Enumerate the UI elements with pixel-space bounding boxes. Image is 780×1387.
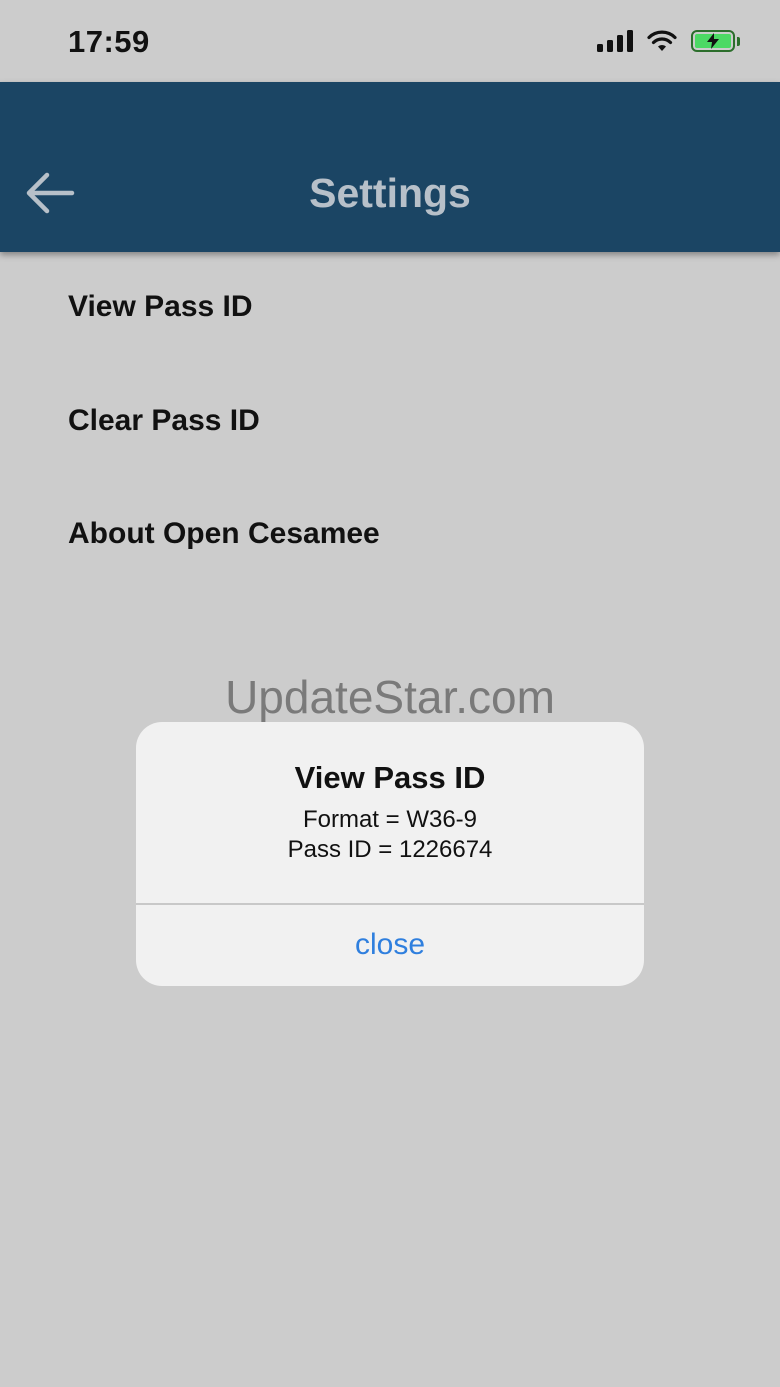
app-bar: Settings xyxy=(0,82,780,252)
status-time: 17:59 xyxy=(68,24,150,59)
watermark: UpdateStar.com xyxy=(225,671,555,723)
close-button[interactable]: close xyxy=(136,904,644,986)
battery-charging-icon xyxy=(691,30,740,52)
menu-item-view-pass-id[interactable]: View Pass ID xyxy=(68,290,253,324)
menu-item-clear-pass-id[interactable]: Clear Pass ID xyxy=(68,404,260,438)
status-icons xyxy=(597,30,740,52)
menu-item-about[interactable]: About Open Cesamee xyxy=(68,517,380,551)
signal-icon xyxy=(597,30,633,52)
alert-format-line: Format = W36-9 xyxy=(302,806,478,833)
alert-pass-id-line: Pass ID = 1226674 xyxy=(287,836,493,863)
status-bar: 17:59 xyxy=(0,0,780,82)
page-title: Settings xyxy=(309,170,471,216)
wifi-icon xyxy=(647,30,677,51)
alert-title: View Pass ID xyxy=(294,760,486,795)
pass-id-alert: View Pass ID Format = W36-9 Pass ID = 12… xyxy=(136,722,644,986)
settings-screen: 17:59 Settings View Pass ID Clear Pass I… xyxy=(0,0,780,1387)
